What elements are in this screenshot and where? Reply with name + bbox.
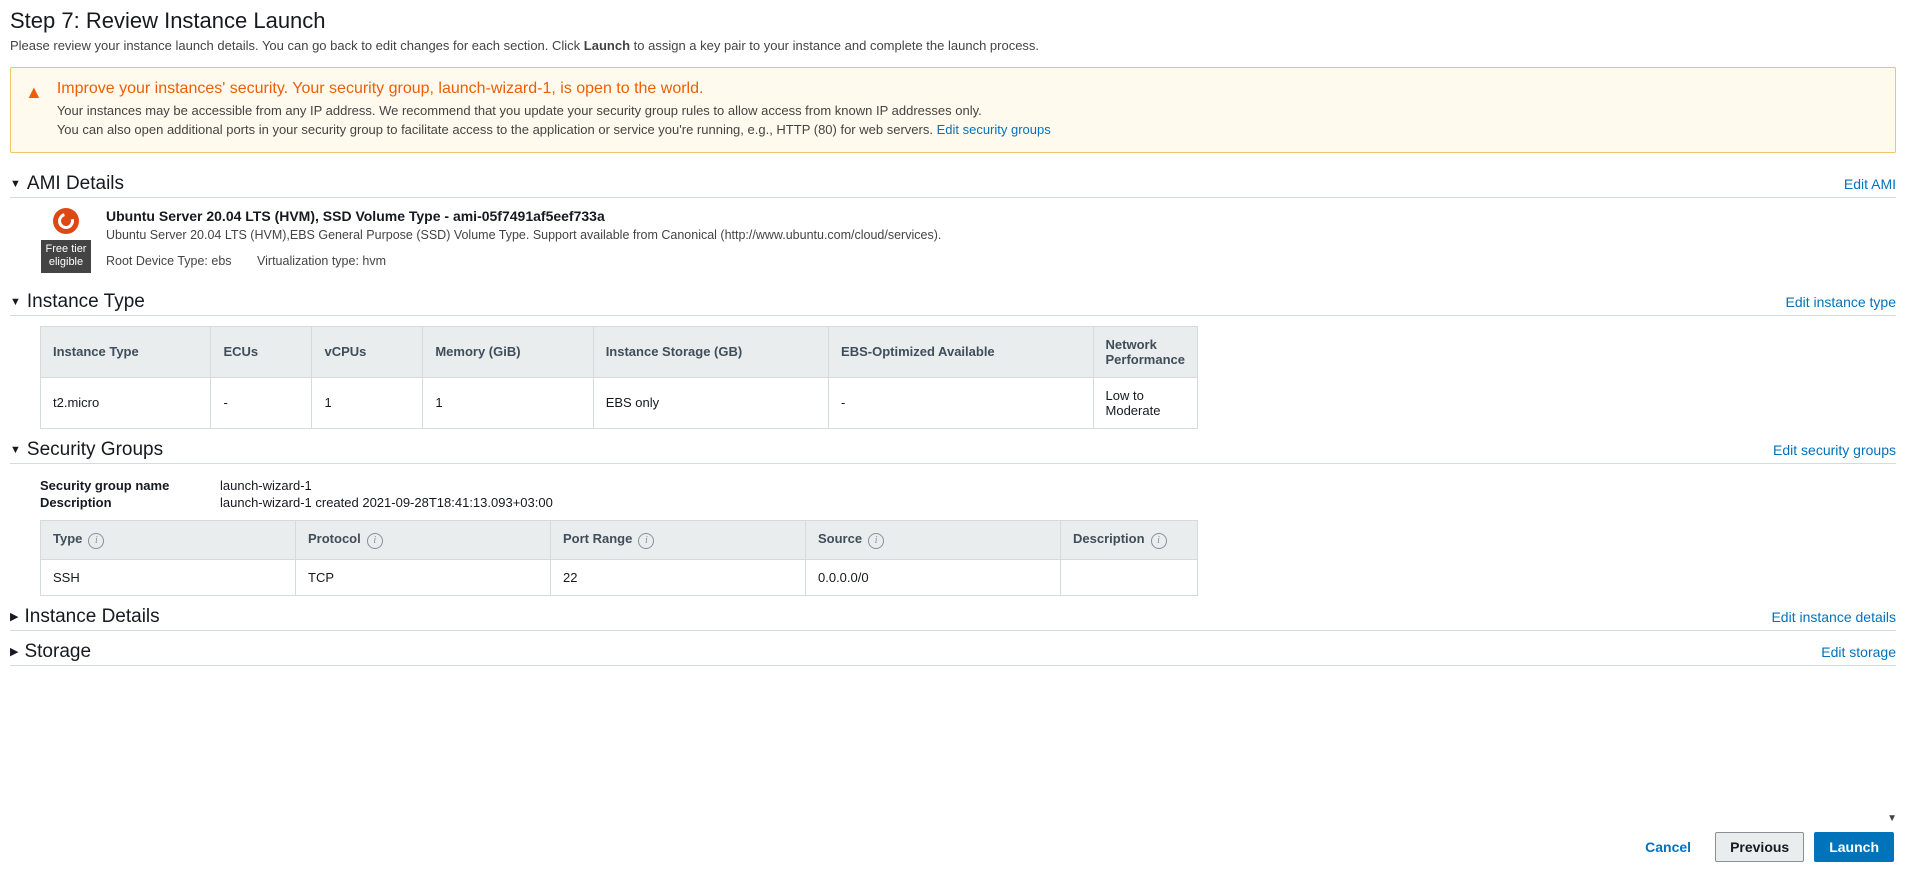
- ami-meta: Root Device Type: ebs Virtualization typ…: [106, 254, 1896, 268]
- toggle-storage-icon[interactable]: ▶: [10, 645, 18, 658]
- edit-ami-link[interactable]: Edit AMI: [1844, 176, 1896, 192]
- ubuntu-logo-icon: [53, 208, 79, 234]
- section-storage: ▶ Storage Edit storage: [10, 641, 1896, 666]
- section-header-instance-details: ▶ Instance Details Edit instance details: [10, 606, 1896, 631]
- previous-button[interactable]: Previous: [1715, 832, 1804, 862]
- sg-desc-row: Description launch-wizard-1 created 2021…: [40, 495, 1896, 510]
- table-row: SSH TCP 22 0.0.0.0/0: [41, 559, 1198, 595]
- edit-instance-type-link[interactable]: Edit instance type: [1785, 294, 1896, 310]
- info-icon[interactable]: i: [88, 533, 104, 549]
- ami-right-col: Ubuntu Server 20.04 LTS (HVM), SSD Volum…: [106, 208, 1896, 281]
- instance-type-table-head: Instance Type ECUs vCPUs Memory (GiB) In…: [41, 326, 1198, 377]
- instance-type-table: Instance Type ECUs vCPUs Memory (GiB) In…: [40, 326, 1198, 429]
- free-tier-badge: Free tier eligible: [41, 240, 92, 274]
- section-header-ami: ▼ AMI Details Edit AMI: [10, 173, 1896, 198]
- page-description: Please review your instance launch detai…: [10, 38, 1896, 53]
- ami-root-device: Root Device Type: ebs: [106, 254, 232, 268]
- edit-instance-details-link[interactable]: Edit instance details: [1771, 609, 1896, 625]
- info-icon[interactable]: i: [638, 533, 654, 549]
- section-header-security-groups: ▼ Security Groups Edit security groups: [10, 439, 1896, 464]
- sg-name-label: Security group name: [40, 478, 220, 493]
- ami-description: Ubuntu Server 20.04 LTS (HVM),EBS Genera…: [106, 228, 1896, 242]
- section-instance-type: ▼ Instance Type Edit instance type Insta…: [10, 291, 1896, 429]
- edit-security-groups-link[interactable]: Edit security groups: [937, 122, 1051, 137]
- section-title-instance-details: Instance Details: [24, 606, 159, 628]
- section-header-instance-type: ▼ Instance Type Edit instance type: [10, 291, 1896, 316]
- wizard-footer: Cancel Previous Launch: [0, 822, 1906, 872]
- warning-title: Improve your instances' security. Your s…: [57, 80, 1051, 98]
- warning-icon: ▲: [25, 80, 43, 140]
- security-warning-banner: ▲ Improve your instances' security. Your…: [10, 67, 1896, 153]
- section-instance-details: ▶ Instance Details Edit instance details: [10, 606, 1896, 631]
- section-security-groups: ▼ Security Groups Edit security groups S…: [10, 439, 1896, 596]
- ami-body: Free tier eligible Ubuntu Server 20.04 L…: [10, 198, 1896, 281]
- edit-storage-link[interactable]: Edit storage: [1821, 644, 1896, 660]
- launch-button[interactable]: Launch: [1814, 832, 1894, 862]
- desc-post: to assign a key pair to your instance an…: [630, 38, 1039, 53]
- info-icon[interactable]: i: [868, 533, 884, 549]
- warning-body: Improve your instances' security. Your s…: [57, 80, 1051, 140]
- toggle-security-groups-icon[interactable]: ▼: [10, 444, 21, 456]
- review-launch-page: Step 7: Review Instance Launch Please re…: [0, 0, 1906, 872]
- section-title-instance-type: Instance Type: [27, 291, 145, 313]
- sg-desc-label: Description: [40, 495, 220, 510]
- section-title-storage: Storage: [24, 641, 91, 663]
- warning-text-2: You can also open additional ports in yo…: [57, 121, 1051, 140]
- ami-virtualization: Virtualization type: hvm: [257, 254, 386, 268]
- info-icon[interactable]: i: [367, 533, 383, 549]
- info-icon[interactable]: i: [1151, 533, 1167, 549]
- ami-title: Ubuntu Server 20.04 LTS (HVM), SSD Volum…: [106, 208, 1896, 224]
- sg-name-value: launch-wizard-1: [220, 478, 312, 493]
- section-title-ami: AMI Details: [27, 173, 124, 195]
- section-title-security-groups: Security Groups: [27, 439, 163, 461]
- section-header-storage: ▶ Storage Edit storage: [10, 641, 1896, 666]
- page-title: Step 7: Review Instance Launch: [10, 8, 1896, 34]
- desc-bold: Launch: [584, 38, 630, 53]
- toggle-instance-details-icon[interactable]: ▶: [10, 610, 18, 623]
- ami-left-col: Free tier eligible: [40, 208, 92, 281]
- toggle-instance-type-icon[interactable]: ▼: [10, 296, 21, 308]
- toggle-ami-icon[interactable]: ▼: [10, 178, 21, 190]
- table-row: t2.micro - 1 1 EBS only - Low to Moderat…: [41, 377, 1198, 428]
- sg-desc-value: launch-wizard-1 created 2021-09-28T18:41…: [220, 495, 553, 510]
- edit-security-groups-section-link[interactable]: Edit security groups: [1773, 442, 1896, 458]
- sg-name-row: Security group name launch-wizard-1: [40, 478, 1896, 493]
- section-ami-details: ▼ AMI Details Edit AMI Free tier eligibl…: [10, 173, 1896, 281]
- security-group-details: Security group name launch-wizard-1 Desc…: [40, 478, 1896, 510]
- security-rules-table: Typei Protocoli Port Rangei Sourcei Desc…: [40, 520, 1198, 596]
- cancel-button[interactable]: Cancel: [1631, 833, 1705, 861]
- desc-pre: Please review your instance launch detai…: [10, 38, 584, 53]
- warning-text-1: Your instances may be accessible from an…: [57, 102, 1051, 121]
